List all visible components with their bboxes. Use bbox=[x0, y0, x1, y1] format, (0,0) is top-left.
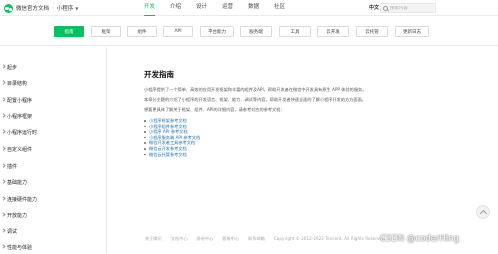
tab-cloud-dev[interactable]: 云开发 bbox=[317, 26, 349, 37]
doc-article: 开发指南 小程序提供了一个简单、高效的应用开发框架和丰富的组件及API，帮助开发… bbox=[144, 69, 434, 157]
sidebar-item-label: 开放能力 bbox=[7, 213, 28, 219]
tab-api[interactable]: API bbox=[163, 26, 193, 37]
sidebar-item[interactable]: 小程序运行时 bbox=[1, 129, 38, 136]
reference-paragraph: 想要更具体了解关于框架、组件、API的详细内容，请参考对应的参考文档： bbox=[144, 107, 285, 112]
language-label: 中文 bbox=[369, 5, 380, 11]
sidebar-item-label: 基础能力 bbox=[7, 180, 28, 186]
sidebar-item-label: 起步 bbox=[7, 65, 18, 71]
tab-framework[interactable]: 框架 bbox=[91, 26, 121, 37]
arrow-up-icon bbox=[479, 209, 487, 217]
wechat-logo-icon bbox=[4, 3, 13, 13]
tab-cloud-hosting[interactable]: 云托管 bbox=[356, 26, 388, 37]
sidebar-item-label: 连接硬件能力 bbox=[7, 197, 38, 203]
sidebar-item[interactable]: 自定义组件 bbox=[1, 146, 33, 153]
sidebar-item[interactable]: 调试 bbox=[1, 228, 18, 235]
nav-operations[interactable]: 运营 bbox=[222, 0, 233, 16]
sidebar-item[interactable]: 插件 bbox=[1, 163, 18, 170]
sidebar-item[interactable]: 性能与体验 bbox=[1, 244, 33, 251]
brand[interactable]: 微信官方文档 · 小程序 ▼ bbox=[4, 3, 78, 13]
nav-community[interactable]: 社区 bbox=[274, 0, 285, 16]
sidebar-item[interactable]: 目录结构 bbox=[1, 80, 28, 87]
footer-link[interactable]: 辟谣中心 bbox=[197, 236, 214, 242]
tab-server[interactable]: 服务端 bbox=[240, 26, 272, 37]
chevron-right-icon bbox=[1, 196, 6, 201]
footer-link[interactable]: 客服中心 bbox=[222, 236, 239, 242]
chevron-right-icon bbox=[1, 179, 6, 184]
nav-intro[interactable]: 介绍 bbox=[170, 0, 181, 16]
sidebar-item-label: 小程序框架 bbox=[7, 114, 33, 120]
nav-develop[interactable]: 开发 bbox=[144, 0, 156, 16]
product-switcher[interactable]: 小程序 bbox=[57, 4, 74, 12]
chevron-right-icon bbox=[1, 146, 6, 151]
brand-separator: · bbox=[52, 5, 54, 11]
sidebar-item[interactable]: 配置小程序 bbox=[1, 97, 33, 104]
intro-paragraph: 小程序提供了一个简单、高效的应用开发框架和丰富的组件及API，帮助开发者在微信中… bbox=[144, 87, 367, 92]
footer: 关于腾讯 文档中心 辟谣中心 客服中心 联系邮箱 Copyright © 201… bbox=[145, 236, 386, 242]
main-content: 开发指南 小程序提供了一个简单、高效的应用开发框架和丰富的组件及API，帮助开发… bbox=[108, 47, 498, 254]
doc-tabs: 指南 框架 组件 API 平台能力 服务端 工具 云开发 云托管 更新日志 bbox=[0, 17, 498, 46]
nav-design[interactable]: 设计 bbox=[196, 0, 207, 16]
footer-link[interactable]: 文档中心 bbox=[171, 236, 188, 242]
doc-link[interactable]: 微信云托管参考文档 bbox=[144, 152, 434, 158]
chevron-right-icon bbox=[1, 228, 6, 233]
chevron-right-icon bbox=[1, 212, 6, 217]
reference-links: 小程序框架参考文档 小程序组件参考文档 小程序 API 参考文档 小程序服务端 … bbox=[144, 118, 434, 157]
watermark: CSDN @coderHing bbox=[380, 234, 459, 244]
page-title: 开发指南 bbox=[144, 70, 174, 79]
tab-components[interactable]: 组件 bbox=[127, 26, 157, 37]
footer-link[interactable]: 联系邮箱 bbox=[248, 236, 265, 242]
tab-tools[interactable]: 工具 bbox=[279, 26, 311, 37]
search-box[interactable] bbox=[380, 3, 436, 13]
chevron-down-icon[interactable]: ▼ bbox=[75, 6, 78, 11]
back-to-top-button[interactable] bbox=[476, 205, 490, 219]
sidebar-item-label: 目录结构 bbox=[7, 81, 28, 87]
sidebar-item-label: 小程序运行时 bbox=[7, 130, 38, 136]
sidebar-item[interactable]: 起步 bbox=[1, 64, 18, 71]
search-input[interactable] bbox=[390, 5, 434, 11]
sidebar-item-label: 插件 bbox=[7, 164, 18, 170]
sidebar-item-label: 性能与体验 bbox=[7, 245, 33, 251]
footer-link[interactable]: 关于腾讯 bbox=[145, 236, 162, 242]
chevron-right-icon bbox=[1, 113, 6, 118]
tab-changelog[interactable]: 更新日志 bbox=[395, 26, 429, 37]
sidebar: 起步 目录结构 配置小程序 小程序框架 小程序运行时 自定义组件 插件 基础能力… bbox=[0, 47, 107, 254]
nav-data[interactable]: 数据 bbox=[248, 0, 259, 16]
sidebar-item[interactable]: 开放能力 bbox=[1, 212, 28, 219]
chapter-paragraph: 本章分主题的介绍了小程序的开发语言、框架、能力、调试等内容，帮助开发者快速全面的… bbox=[144, 97, 366, 102]
sidebar-item-label: 自定义组件 bbox=[7, 147, 33, 153]
chevron-right-icon bbox=[1, 129, 6, 134]
chevron-right-icon bbox=[1, 163, 6, 168]
sidebar-item[interactable]: 基础能力 bbox=[1, 179, 28, 186]
chevron-right-icon bbox=[1, 80, 6, 85]
copyright: Copyright © 2012-2022 Tencent. All Right… bbox=[273, 236, 387, 241]
chevron-right-icon bbox=[1, 244, 6, 249]
chevron-right-icon bbox=[1, 64, 6, 69]
sidebar-item-label: 配置小程序 bbox=[7, 98, 33, 104]
brand-title: 微信官方文档 bbox=[16, 6, 50, 12]
sidebar-item-label: 调试 bbox=[7, 229, 18, 235]
sidebar-item[interactable]: 小程序框架 bbox=[1, 113, 33, 120]
tab-platform[interactable]: 平台能力 bbox=[200, 26, 234, 37]
tab-guide[interactable]: 指南 bbox=[54, 26, 84, 37]
search-icon[interactable] bbox=[383, 5, 388, 11]
sidebar-item[interactable]: 连接硬件能力 bbox=[1, 196, 38, 203]
main-nav: 开发 介绍 设计 运营 数据 社区 bbox=[144, 0, 300, 16]
top-bar: 微信官方文档 · 小程序 ▼ 开发 介绍 设计 运营 数据 社区 中文 ▼ bbox=[0, 0, 498, 16]
chevron-right-icon bbox=[1, 97, 6, 102]
